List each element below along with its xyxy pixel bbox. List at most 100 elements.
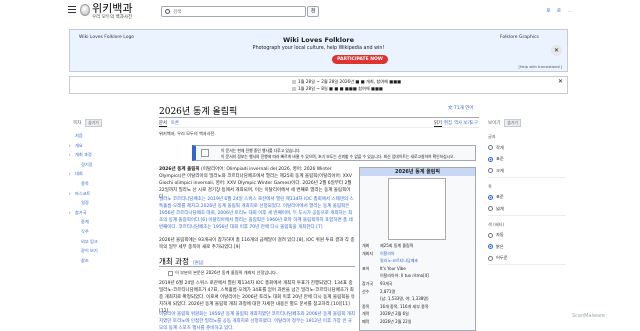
infobox-label: 표어 xyxy=(362,265,370,271)
section-divider xyxy=(488,214,566,216)
tab-talk[interactable]: 토론 xyxy=(171,120,179,126)
infobox-value: (남: 1,533명, 여: 1,338명) xyxy=(380,296,429,302)
radio-label[interactable]: 크게 xyxy=(496,168,504,174)
title-divider xyxy=(159,117,479,118)
user-link-1[interactable]: 로 xyxy=(546,9,550,14)
logo-title[interactable]: 위키백과 xyxy=(92,3,132,14)
infobox: 2026년 동계 올림픽 개최 제25회 동계 올림픽 개최지 이탈리아 밀라노·코르티… xyxy=(359,167,476,331)
radio-label[interactable]: 어두운 xyxy=(496,255,508,261)
toc-item[interactable]: 마스코트 xyxy=(75,191,90,197)
infobox-value: 2026년 2월 6일 xyxy=(380,311,409,317)
toc-item[interactable]: 처음 xyxy=(75,133,83,139)
infobox-label: 개막 xyxy=(362,311,370,317)
toc-item[interactable]: 대회 xyxy=(75,171,83,177)
notice-line-2[interactable]: 1월 28일 ~ 8일 ■ ■ ■ ■■■ 참여해 ■■■ xyxy=(292,86,383,92)
infobox-label: 종목 xyxy=(362,303,370,309)
infobox-label: 폐막 xyxy=(362,319,370,324)
section-edit-link[interactable]: [편집] xyxy=(193,260,203,265)
infobox-value: 제25회 동계 올림픽 xyxy=(380,243,414,248)
radio-label[interactable]: 자동 xyxy=(496,232,504,238)
toc-item[interactable]: 개요 xyxy=(75,143,83,149)
paragraph-5-text[interactable]: 이탈리아 올림픽 위원회는 1956년 동계 올림픽 개최지였던 코르티나담페초… xyxy=(159,312,355,331)
language-button[interactable]: 文 71개 언어 xyxy=(448,105,474,111)
toc-item[interactable]: 개최 과정 xyxy=(75,152,92,158)
radio-button[interactable] xyxy=(488,145,493,150)
toc-hide-button[interactable]: 숨기기 xyxy=(85,119,102,127)
radio-button[interactable] xyxy=(488,255,493,261)
tab-history[interactable]: 역사 보기 xyxy=(454,120,471,126)
notice-line-1[interactable]: 1월 28일 ~ 2월 28일 2026년 ■ ■ 개최, 참여해 ■■■ xyxy=(292,79,401,85)
appearance-section-title: 글자 xyxy=(488,134,496,139)
appearance-section-title: 폭 xyxy=(488,183,492,189)
notice-text-2: 이 문서의 정보는 행사의 진행에 따라 빠르게 바뀔 수 있으며, 초기 보도… xyxy=(221,154,455,159)
radio-button[interactable] xyxy=(488,168,493,173)
logo-subtitle: 우리 모두의 백과사전 xyxy=(92,15,133,20)
appearance-title: 보이기 xyxy=(488,121,501,126)
emblem-image[interactable] xyxy=(388,178,446,240)
notice-line-2-text: 1월 28일 ~ 8일 ■ ■ ■ ■■■ 참여해 ■■■ xyxy=(298,86,383,91)
paragraph-3: 2026년 올림픽에는 93개국이 참가하며 총 116개의 금메달이 걸려 있… xyxy=(159,238,355,250)
page-title: 2026년 동계 올림픽 xyxy=(159,107,238,117)
tab-article[interactable]: 문서 xyxy=(159,120,167,127)
table-of-contents: 목차 숨기기 처음 › 개요 › 개최 과정 경기장 › 대회 종목 › 마스코트 일정 › 참가국 중계 각주… xyxy=(69,114,153,331)
chevron-right-icon[interactable]: › xyxy=(69,210,71,215)
radio-label[interactable]: 밝은 xyxy=(496,244,504,250)
chevron-right-icon[interactable]: › xyxy=(69,191,71,196)
toc-item[interactable]: 중계 xyxy=(81,219,89,225)
main-article-note-text[interactable]: 이 부분의 본문은 2026년 동계 올림픽 개최지 선정입니다. xyxy=(175,270,277,275)
appearance-hide-button[interactable]: 숨기기 xyxy=(504,119,521,127)
participate-button[interactable]: PARTICIPATE NOW xyxy=(332,55,388,64)
toc-item[interactable]: 같이 보기 xyxy=(81,248,98,254)
radio-button[interactable] xyxy=(488,232,493,238)
tabs-divider xyxy=(159,127,479,128)
search-input[interactable] xyxy=(173,7,303,16)
infobox-value: 16개 종목, 116개 세부 종목 xyxy=(380,303,429,309)
tab-read[interactable]: 읽기 xyxy=(434,120,442,127)
infobox-value[interactable]: 밀라노·코르티나담페초 xyxy=(380,258,418,264)
radio-button[interactable] xyxy=(488,194,493,200)
toc-item[interactable]: 경기장 xyxy=(81,162,93,168)
tab-tools[interactable]: 도구 xyxy=(470,120,478,126)
user-link-2[interactable]: 로 xyxy=(557,9,561,14)
infobox-value[interactable]: 이탈리아 xyxy=(380,251,395,257)
radio-label[interactable]: 표준 xyxy=(496,156,504,162)
toc-item[interactable]: 일정 xyxy=(81,200,89,206)
appearance-header: 보이기 숨기기 xyxy=(488,119,521,127)
help-translations-link[interactable]: [Help with translations!] xyxy=(518,65,562,69)
infobox-label: 참가국 xyxy=(362,281,374,286)
search-icon xyxy=(165,9,170,14)
radio-label[interactable]: 표준 xyxy=(496,194,504,200)
toc-item[interactable]: 종목 xyxy=(81,181,89,187)
toc-item[interactable]: 각주 xyxy=(81,229,89,235)
campaign-banner: Wiki Loves Folklore Logo Wiki Loves Folk… xyxy=(69,29,568,72)
infobox-title: 2026년 동계 올림픽 xyxy=(360,168,475,176)
tab-edit[interactable]: 편집 xyxy=(444,120,452,126)
radio-button[interactable] xyxy=(488,244,493,249)
section-divider xyxy=(159,266,355,267)
banner-close-icon[interactable]: ✕ xyxy=(551,45,562,56)
toc-item[interactable]: 참조 xyxy=(81,258,89,264)
radio-button[interactable] xyxy=(488,206,493,211)
user-links: 로 로 … xyxy=(541,8,572,14)
clock-icon xyxy=(201,149,209,157)
notice-close-icon[interactable]: ✕ xyxy=(558,78,563,85)
infobox-value: 93개국 xyxy=(380,281,393,286)
radio-button[interactable] xyxy=(488,156,493,162)
search-button[interactable]: 검 xyxy=(307,6,319,17)
chevron-right-icon[interactable]: › xyxy=(69,143,71,148)
chevron-right-icon[interactable]: › xyxy=(69,152,71,157)
hamburger-menu-icon[interactable] xyxy=(68,6,76,13)
infobox-label: 선수 xyxy=(362,288,370,294)
paragraph-2-text[interactable]: 밀라노 코르티나담페초는 2019년 6월 24일 스위스 로잔에서 열린 제1… xyxy=(159,197,354,230)
watermark: ScanMalware xyxy=(572,313,606,319)
search-box[interactable] xyxy=(161,6,306,17)
more-options-icon[interactable]: … xyxy=(568,9,573,14)
wikipedia-globe-icon[interactable] xyxy=(80,4,90,16)
radio-label[interactable]: 작게 xyxy=(496,145,504,151)
toc-item[interactable]: 외부 링크 xyxy=(81,239,98,245)
infobox-value: 이탈리아어: Il tuo ritmo[4] xyxy=(380,273,429,279)
chevron-right-icon[interactable]: › xyxy=(69,171,71,176)
banner-subtitle: Photograph your local culture, help Wiki… xyxy=(252,46,385,51)
toc-item[interactable]: 참가국 xyxy=(75,210,87,216)
radio-label[interactable]: 넓게 xyxy=(496,206,504,212)
